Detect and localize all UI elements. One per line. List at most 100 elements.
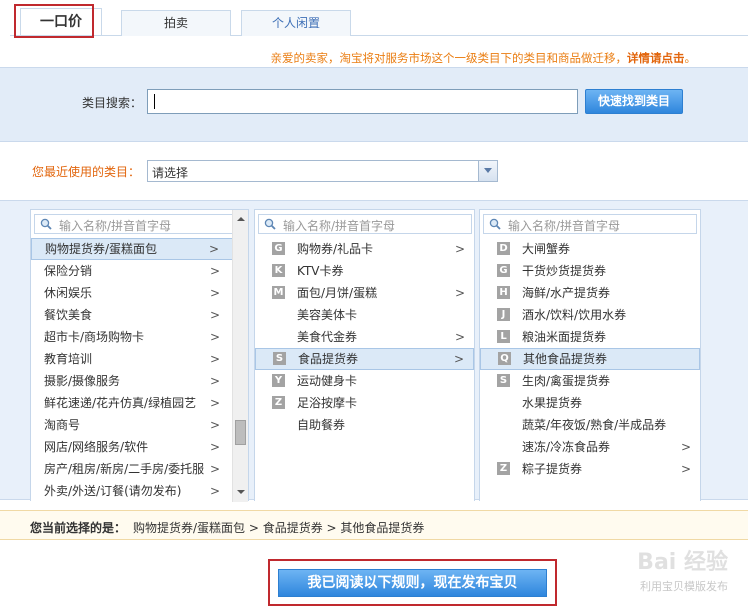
category-item[interactable]: Z 粽子提货券 > — [480, 458, 700, 480]
category-search-panel: 类目搜索： 快速找到类目 — [0, 67, 748, 142]
category-item-label: 摄影/摄像服务 — [44, 374, 121, 388]
column-2-search-input[interactable]: 输入名称/拼音首字母 — [258, 214, 472, 234]
category-item[interactable]: 外卖/外送/订餐(请勿发布) > — [31, 480, 248, 502]
recent-category-select[interactable]: 请选择 — [147, 160, 498, 182]
category-item-label: 足浴按摩卡 — [297, 396, 358, 410]
notice-details-link[interactable]: 详情请点击 — [627, 51, 685, 65]
category-item-label: 自助餐券 — [297, 418, 346, 432]
chevron-right-icon: > — [209, 308, 220, 322]
scroll-thumb[interactable] — [235, 420, 246, 445]
category-item-label: 酒水/饮料/饮用水券 — [522, 308, 627, 322]
category-item[interactable]: K KTV卡券 — [255, 260, 474, 282]
category-item-label: 休闲娱乐 — [44, 286, 93, 300]
category-item[interactable]: L 粮油米面提货券 — [480, 326, 700, 348]
chevron-right-icon: > — [209, 330, 220, 344]
current-selection-path: 购物提货券/蛋糕面包 > 食品提货券 > 其他食品提货券 — [133, 521, 425, 535]
category-item[interactable]: 超市卡/商场购物卡 > — [31, 326, 248, 348]
initial-letter-badge: D — [497, 242, 510, 255]
category-item[interactable]: Z 足浴按摩卡 — [255, 392, 474, 414]
category-item-label: 保险分销 — [44, 264, 93, 278]
category-item[interactable]: Y 运动健身卡 — [255, 370, 474, 392]
column-1-search-input[interactable]: 输入名称/拼音首字母 — [34, 214, 233, 234]
category-item[interactable]: 房产/租房/新房/二手房/委托服 > — [31, 458, 248, 480]
chevron-right-icon: > — [209, 440, 220, 454]
category-item-label: 食品提货券 — [298, 352, 359, 366]
category-item[interactable]: Q 其他食品提货券 — [480, 348, 700, 370]
category-item[interactable]: 美食代金券 > — [255, 326, 474, 348]
tab-personal-idle[interactable]: 个人闲置 — [241, 10, 351, 36]
search-icon — [40, 218, 52, 230]
category-column-3: 输入名称/拼音首字母 D 大闸蟹券 G 干货炒货提货券 H 海鲜/水产提货券 J 酒水/饮料/… — [479, 209, 701, 501]
watermark-brand: Bai 经验 — [637, 550, 728, 575]
category-item-label: 外卖/外送/订餐(请勿发布) — [44, 484, 182, 498]
category-item[interactable]: D 大闸蟹券 — [480, 238, 700, 260]
scroll-down-arrow-icon[interactable] — [233, 485, 248, 500]
category-item[interactable]: 水果提货券 — [480, 392, 700, 414]
category-item-label: 餐饮美食 — [44, 308, 93, 322]
category-item[interactable]: G 干货炒货提货券 — [480, 260, 700, 282]
column-1-scrollbar[interactable] — [232, 210, 248, 502]
chevron-right-icon: > — [208, 242, 219, 256]
category-item[interactable]: 购物提货券/蛋糕面包 > — [31, 238, 248, 260]
category-item-label: 超市卡/商场购物卡 — [44, 330, 145, 344]
category-item[interactable]: J 酒水/饮料/饮用水券 — [480, 304, 700, 326]
category-item-label: 购物券/礼品卡 — [297, 242, 374, 256]
category-item-label: 美食代金券 — [297, 330, 358, 344]
search-icon — [489, 218, 501, 230]
category-item-label: KTV卡券 — [297, 264, 344, 278]
category-item[interactable]: 自助餐券 — [255, 414, 474, 436]
category-item[interactable]: H 海鲜/水产提货券 — [480, 282, 700, 304]
category-item-label: 房产/租房/新房/二手房/委托服 — [44, 462, 205, 476]
category-search-input[interactable] — [147, 89, 578, 114]
chevron-right-icon: > — [209, 374, 220, 388]
category-item[interactable]: 保险分销 > — [31, 260, 248, 282]
category-item-label: 面包/月饼/蛋糕 — [297, 286, 378, 300]
text-caret — [154, 94, 155, 109]
category-item[interactable]: 蔬菜/年夜饭/熟食/半成品券 — [480, 414, 700, 436]
watermark-caption: 利用宝贝模版发布 — [640, 580, 728, 593]
category-item[interactable]: 休闲娱乐 > — [31, 282, 248, 304]
category-item[interactable]: 餐饮美食 > — [31, 304, 248, 326]
category-item[interactable]: 网店/网络服务/软件 > — [31, 436, 248, 458]
category-item-label: 速冻/冷冻食品券 — [522, 440, 611, 454]
column-search-placeholder: 输入名称/拼音首字母 — [283, 219, 396, 233]
initial-letter-badge: G — [497, 264, 510, 277]
column-search-placeholder: 输入名称/拼音首字母 — [508, 219, 621, 233]
chevron-down-icon[interactable] — [478, 161, 497, 181]
category-item[interactable]: 教育培训 > — [31, 348, 248, 370]
category-item-label: 网店/网络服务/软件 — [44, 440, 149, 454]
scroll-up-arrow-icon[interactable] — [233, 212, 248, 227]
notice-text: 亲爱的卖家，淘宝将对服务市场这个一级类目下的类目和商品做迁移， — [270, 51, 628, 65]
category-item-label: 海鲜/水产提货券 — [522, 286, 611, 300]
publish-item-button[interactable]: 我已阅读以下规则，现在发布宝贝 — [278, 569, 547, 597]
tab-auction[interactable]: 拍卖 — [121, 10, 231, 36]
category-item-label: 鲜花速递/花卉仿真/绿植园艺 — [44, 396, 197, 410]
recent-category-label: 您最近使用的类目： — [32, 165, 141, 179]
baidu-jingyan-watermark: Bai 经验 利用宝贝模版发布 — [610, 540, 740, 600]
category-item[interactable]: M 面包/月饼/蛋糕 > — [255, 282, 474, 304]
category-item[interactable]: 鲜花速递/花卉仿真/绿植园艺 > — [31, 392, 248, 414]
category-item[interactable]: 摄影/摄像服务 > — [31, 370, 248, 392]
chevron-right-icon: > — [209, 352, 220, 366]
chevron-right-icon: > — [680, 462, 691, 476]
category-item[interactable]: 淘商号 > — [31, 414, 248, 436]
category-item-label: 粮油米面提货券 — [522, 330, 607, 344]
category-item[interactable]: S 食品提货券 > — [255, 348, 474, 370]
category-item[interactable]: G 购物券/礼品卡 > — [255, 238, 474, 260]
chevron-right-icon: > — [209, 396, 220, 410]
category-list-3: D 大闸蟹券 G 干货炒货提货券 H 海鲜/水产提货券 J 酒水/饮料/饮用水券 L 粮油米面提货… — [480, 238, 700, 480]
category-item[interactable]: S 生肉/禽蛋提货券 — [480, 370, 700, 392]
category-item[interactable]: 速冻/冷冻食品券 > — [480, 436, 700, 458]
chevron-right-icon: > — [454, 330, 465, 344]
quick-find-category-button[interactable]: 快速找到类目 — [585, 89, 683, 114]
category-list-2: G 购物券/礼品卡 > K KTV卡券 M 面包/月饼/蛋糕 > 美容美体卡美食代金券 > S 食品提… — [255, 238, 474, 436]
category-item-label: 大闸蟹券 — [522, 242, 571, 256]
category-item-label: 生肉/禽蛋提货券 — [522, 374, 611, 388]
category-item[interactable]: 美容美体卡 — [255, 304, 474, 326]
recent-category-value: 请选择 — [152, 166, 189, 180]
initial-letter-badge: S — [497, 374, 510, 387]
chevron-right-icon: > — [209, 264, 220, 278]
column-3-search-input[interactable]: 输入名称/拼音首字母 — [483, 214, 697, 234]
category-list-1: 购物提货券/蛋糕面包 > 保险分销 > 休闲娱乐 > 餐饮美食 > 超市卡/商场购物卡 > 教育培训… — [31, 238, 248, 502]
initial-letter-badge: S — [273, 352, 286, 365]
